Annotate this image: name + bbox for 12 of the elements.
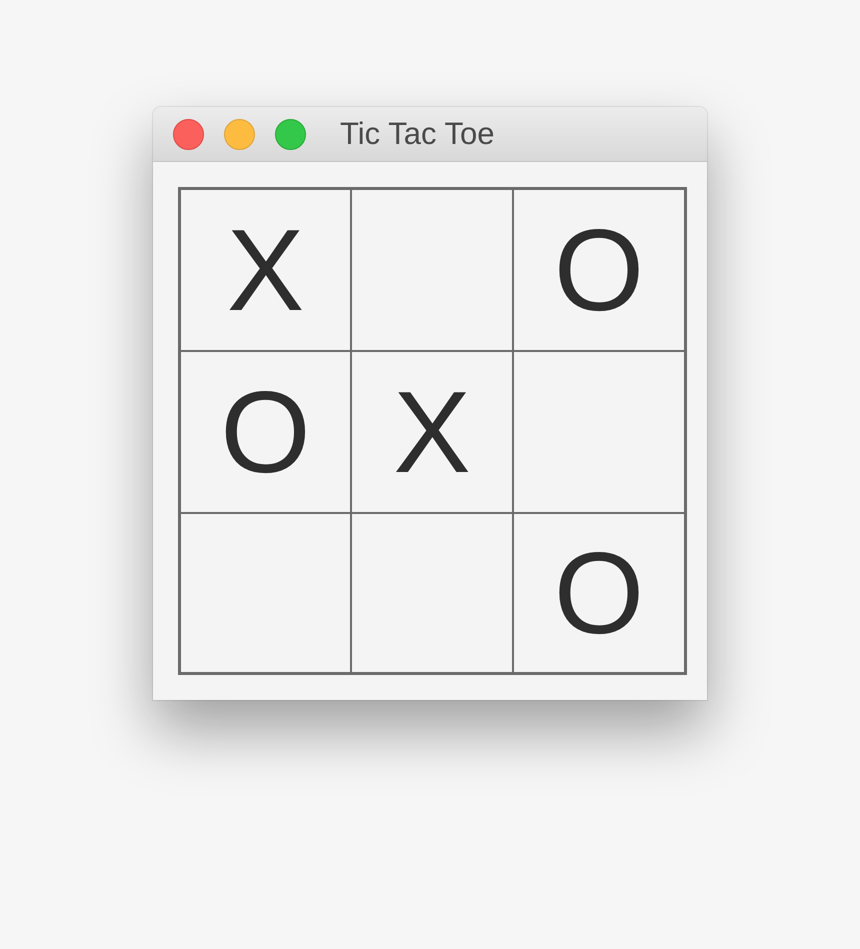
close-button[interactable] xyxy=(173,118,204,150)
board-cell[interactable]: O xyxy=(180,351,351,513)
board-cell[interactable]: X xyxy=(180,189,351,351)
zoom-button[interactable] xyxy=(275,118,306,150)
board-cell[interactable]: O xyxy=(513,189,685,351)
board-cell[interactable] xyxy=(351,189,513,351)
window-title: Tic Tac Toe xyxy=(340,116,495,152)
board-cell[interactable]: O xyxy=(513,513,685,673)
board-cell[interactable] xyxy=(180,513,351,673)
board-cell[interactable]: X xyxy=(351,351,513,513)
board-cell[interactable] xyxy=(513,351,685,513)
board-cell[interactable] xyxy=(351,513,513,673)
